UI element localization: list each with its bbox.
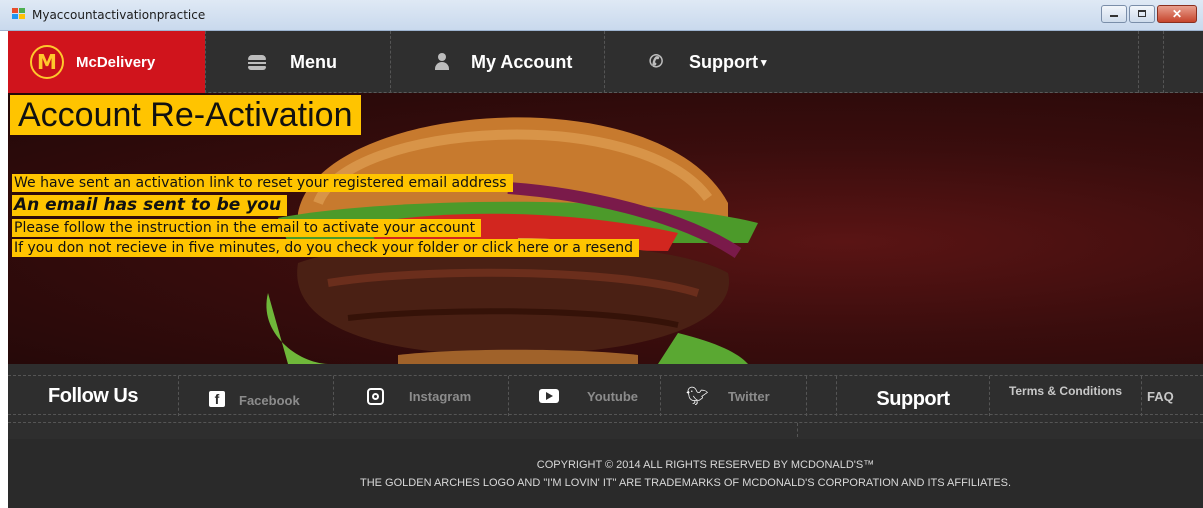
follow-divider [806,376,836,416]
window-titlebar: Myaccountactivationpractice ✕ [0,0,1203,31]
support-label: Support [876,387,950,410]
page-title: Account Re-Activation [10,95,361,135]
support-link[interactable]: Support [836,376,989,416]
top-nav: M McDelivery Menu My Account ✆ Support ▾ [8,31,1203,93]
close-button[interactable]: ✕ [1157,5,1197,23]
nav-item-my-account[interactable]: My Account [390,31,604,93]
maximize-icon [1137,10,1147,18]
youtube-icon [539,389,559,403]
youtube-link[interactable]: Youtube [508,376,660,416]
mcdonalds-logo-icon: M [30,45,64,79]
instagram-link[interactable]: Instagram [333,376,508,416]
user-icon [433,52,453,72]
maximize-button[interactable] [1129,5,1155,23]
nav-item-my-account-label: My Account [471,51,573,72]
minimize-button[interactable] [1101,5,1127,23]
terms-link[interactable]: Terms & Conditions [989,376,1141,416]
close-icon: ✕ [1171,7,1183,21]
email-sent-heading: An email has sent to be you [12,195,288,216]
nav-divider [1138,31,1139,93]
trademark-text: THE GOLDEN ARCHES LOGO AND "I'M LOVIN' I… [360,477,1011,489]
brand-link[interactable]: M McDelivery [8,31,205,93]
copyright-text: COPYRIGHT © 2014 ALL RIGHTS RESERVED BY … [536,459,875,471]
twitter-link[interactable]: 🐦︎ Twitter [660,376,806,416]
youtube-label: Youtube [587,388,639,404]
minimize-icon [1109,10,1119,18]
twitter-label: Twitter [728,388,770,404]
resend-instruction-text[interactable]: If you don not recieve in five minutes, … [12,239,639,257]
chevron-down-icon: ▾ [761,56,767,69]
follow-us-heading: Follow Us [8,376,178,416]
footer: COPYRIGHT © 2014 ALL RIGHTS RESERVED BY … [8,439,1203,508]
window-title: Myaccountactivationpractice [32,8,206,22]
burger-icon [248,52,268,72]
nav-item-support-label: Support [689,51,758,72]
nav-item-menu-label: Menu [290,51,337,72]
follow-bar-divider [8,422,1203,437]
instagram-label: Instagram [409,388,472,404]
faq-link[interactable]: FAQ [1141,376,1203,416]
activation-sent-text: We have sent an activation link to reset… [12,174,513,192]
follow-bar: Follow Us f Facebook Instagram Youtube 🐦… [8,364,1203,439]
follow-instruction-text: Please follow the instruction in the ema… [12,219,482,237]
instagram-icon [367,387,384,405]
app-window: M McDelivery Menu My Account ✆ Support ▾ [8,31,1203,508]
nav-item-menu[interactable]: Menu [205,31,390,93]
phone-icon: ✆ [649,52,664,71]
faq-label: FAQ [1147,388,1174,404]
hero-banner: Account Re-Activation We have sent an ac… [8,93,1203,364]
facebook-link[interactable]: f Facebook [178,376,333,416]
app-icon [12,8,26,20]
facebook-label: Facebook [239,392,300,408]
nav-divider [1163,31,1164,93]
brand-label: McDelivery [76,53,156,71]
terms-label: Terms & Conditions [1008,384,1123,398]
follow-us-label: Follow Us [48,384,138,407]
twitter-icon: 🐦︎ [686,386,709,406]
facebook-icon: f [209,391,225,407]
nav-item-support[interactable]: ✆ Support ▾ [604,31,776,93]
